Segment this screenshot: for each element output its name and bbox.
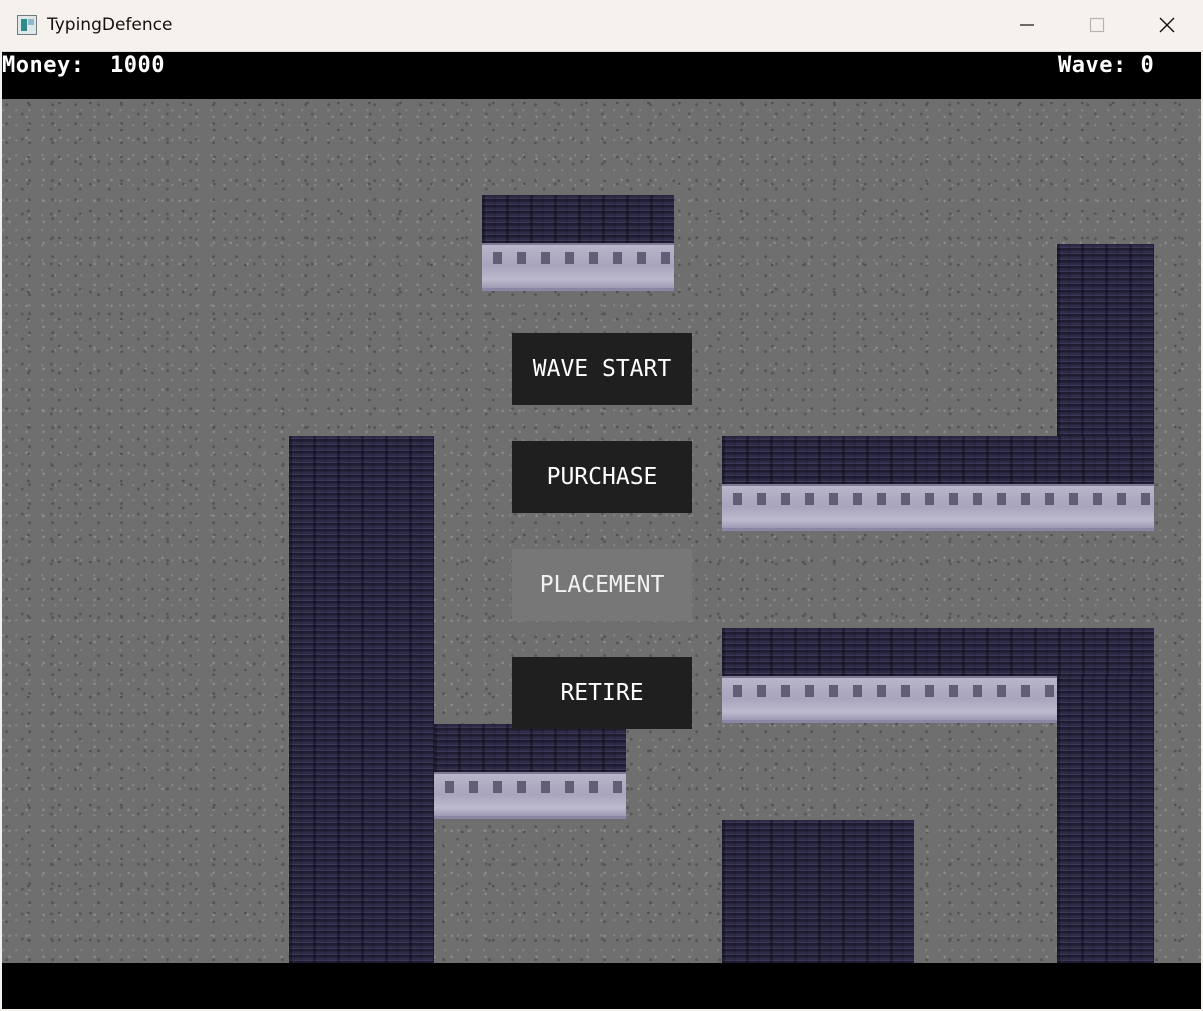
- wall-face: [722, 676, 1058, 723]
- wall-block: [434, 724, 626, 772]
- window-title: TypingDefence: [47, 15, 173, 35]
- placement-button[interactable]: PLACEMENT: [512, 549, 692, 621]
- maximize-icon: [1089, 17, 1105, 33]
- wall-block: [722, 628, 1154, 676]
- game-field[interactable]: [2, 99, 1201, 963]
- wall-block: [722, 820, 914, 963]
- wall-block: [1057, 244, 1154, 436]
- wall-block: [482, 195, 674, 243]
- wall-face: [482, 243, 674, 291]
- money-label: Money:: [2, 53, 85, 78]
- hud-bar: Money: 1000 Wave: 0: [2, 52, 1201, 99]
- bottom-bar: [2, 963, 1201, 1009]
- wave-start-button[interactable]: WAVE START: [512, 333, 692, 405]
- close-icon: [1159, 17, 1175, 33]
- wall-face: [434, 772, 626, 819]
- purchase-button[interactable]: PURCHASE: [512, 441, 692, 513]
- title-bar[interactable]: TypingDefence: [0, 0, 1203, 52]
- app-icon: [17, 15, 37, 35]
- game-window: TypingDefence Money: 1000 Wave: 0 WAVE S…: [0, 0, 1203, 1011]
- wall-face: [722, 484, 1154, 531]
- money-value: 1000: [110, 53, 165, 78]
- wave-counter: Wave: 0: [1058, 53, 1155, 78]
- retire-button[interactable]: RETIRE: [512, 657, 692, 729]
- wall-block: [722, 436, 1154, 484]
- close-button[interactable]: [1132, 0, 1202, 51]
- wall-block: [289, 436, 434, 963]
- wall-block: [1057, 676, 1154, 963]
- minimize-button[interactable]: [992, 0, 1062, 51]
- maximize-button[interactable]: [1062, 0, 1132, 51]
- minimize-icon: [1020, 24, 1034, 26]
